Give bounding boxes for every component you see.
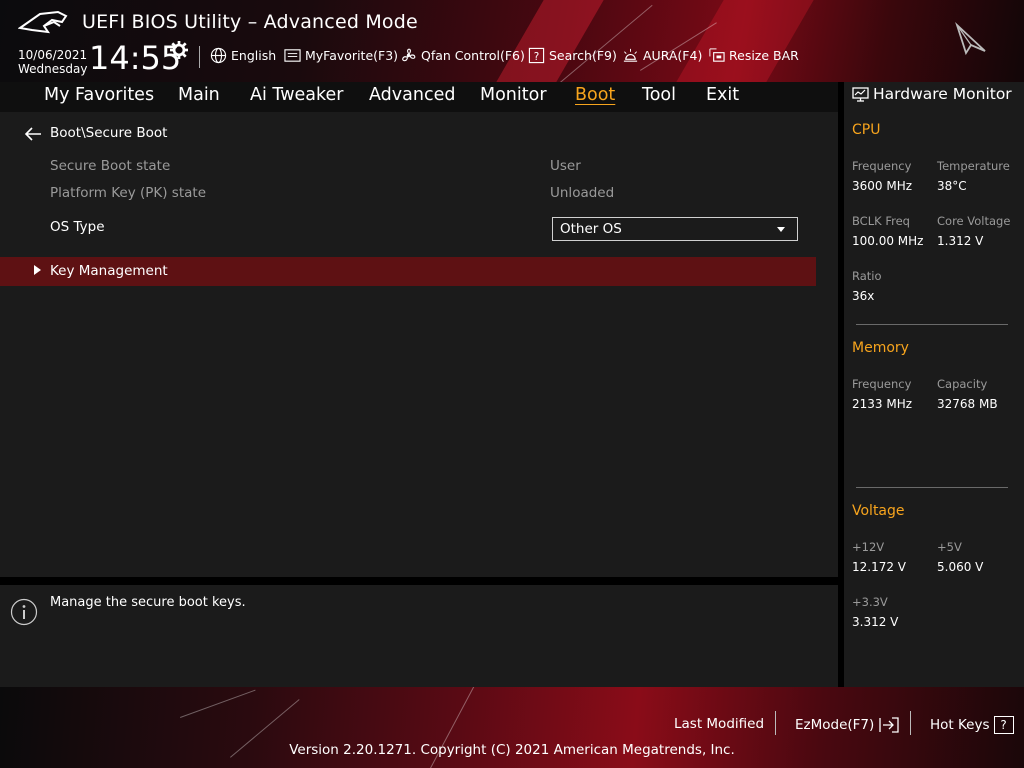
footer-separator	[775, 711, 776, 735]
qfan-control-button[interactable]: Qfan Control(F6)	[400, 47, 525, 64]
key-management-label: Key Management	[50, 263, 168, 279]
breadcrumb: Boot\Secure Boot	[50, 125, 168, 141]
secure-boot-state-value: User	[550, 158, 581, 174]
back-arrow-icon[interactable]	[24, 126, 42, 142]
search-label: Search(F9)	[549, 48, 617, 63]
cpu-frequency-value: 3600 MHz	[852, 179, 913, 193]
qfan-control-label: Qfan Control(F6)	[421, 48, 525, 63]
tab-advanced[interactable]: Advanced	[369, 85, 455, 105]
monitor-icon	[852, 87, 869, 102]
v12-label: +12V	[852, 540, 885, 554]
clock-time[interactable]: 14:55	[89, 40, 181, 76]
section-divider	[856, 324, 1008, 325]
bclk-freq-label: BCLK Freq	[852, 214, 910, 228]
tab-main[interactable]: Main	[178, 85, 220, 105]
cpu-frequency-label: Frequency	[852, 159, 912, 173]
hardware-monitor-panel: Hardware Monitor CPU Frequency Temperatu…	[844, 82, 1024, 687]
tab-ai-tweaker[interactable]: Ai Tweaker	[250, 85, 343, 105]
voltage-section-title: Voltage	[852, 503, 905, 519]
help-panel: Manage the secure boot keys.	[0, 585, 838, 687]
tab-tool[interactable]: Tool	[642, 85, 676, 105]
header-decoration	[496, 0, 604, 82]
rog-logo-icon	[18, 10, 68, 34]
resize-bar-button[interactable]: Resize BAR	[708, 47, 799, 64]
aura-label: AURA(F4)	[643, 48, 703, 63]
memory-frequency-label: Frequency	[852, 377, 912, 391]
date-display[interactable]: 10/06/2021 Wednesday	[18, 48, 87, 76]
gear-icon[interactable]	[170, 41, 188, 59]
memory-capacity-label: Capacity	[937, 377, 988, 391]
footer-separator	[910, 711, 911, 735]
tab-boot[interactable]: Boot	[575, 85, 615, 105]
bclk-freq-value: 100.00 MHz	[852, 234, 924, 248]
weekday-text: Wednesday	[18, 62, 88, 76]
section-divider	[856, 487, 1008, 488]
cpu-temperature-label: Temperature	[937, 159, 1010, 173]
header-bar: UEFI BIOS Utility – Advanced Mode 10/06/…	[0, 0, 1024, 82]
ratio-value: 36x	[852, 289, 875, 303]
last-modified-button[interactable]: Last Modified	[674, 716, 764, 732]
aura-light-icon	[623, 48, 638, 62]
hot-keys-button[interactable]: Hot Keys ?	[930, 716, 1014, 734]
tab-monitor[interactable]: Monitor	[480, 85, 547, 105]
tab-exit[interactable]: Exit	[706, 85, 739, 105]
app-title: UEFI BIOS Utility – Advanced Mode	[82, 11, 418, 33]
footer-decoration	[180, 689, 256, 718]
v12-value: 12.172 V	[852, 560, 907, 574]
resize-bar-label: Resize BAR	[729, 48, 799, 63]
v33-label: +3.3V	[852, 595, 888, 609]
hot-keys-label: Hot Keys	[930, 717, 990, 733]
language-button[interactable]: English	[210, 47, 276, 64]
rog-triangle-logo-icon	[955, 22, 986, 56]
date-text: 10/06/2021	[18, 48, 88, 62]
footer-bar: Last Modified EzMode(F7) Hot Keys ? Vers…	[0, 687, 1024, 768]
core-voltage-value: 1.312 V	[937, 234, 984, 248]
version-copyright: Version 2.20.1271. Copyright (C) 2021 Am…	[289, 742, 735, 758]
language-label: English	[231, 48, 277, 63]
exit-mode-icon	[879, 717, 899, 733]
os-type-select[interactable]: Other OS	[552, 217, 798, 241]
platform-key-state-label: Platform Key (PK) state	[50, 185, 207, 201]
main-tab-bar: My Favorites Main Ai Tweaker Advanced Mo…	[0, 82, 838, 112]
search-button[interactable]: ? Search(F9)	[528, 47, 617, 64]
info-icon	[10, 598, 38, 626]
memory-frequency-value: 2133 MHz	[852, 397, 913, 411]
ezmode-button[interactable]: EzMode(F7)	[795, 716, 900, 734]
last-modified-label: Last Modified	[674, 716, 765, 732]
globe-icon	[210, 47, 227, 64]
ratio-label: Ratio	[852, 269, 882, 283]
v33-value: 3.312 V	[852, 615, 899, 629]
secure-boot-state-label: Secure Boot state	[50, 158, 171, 174]
help-question-icon: ?	[993, 716, 1014, 734]
os-type-value: Other OS	[560, 221, 622, 237]
fan-icon	[402, 48, 416, 62]
key-management-item[interactable]: Key Management	[0, 257, 816, 286]
platform-key-state-value: Unloaded	[550, 185, 615, 201]
myfavorite-button[interactable]: MyFavorite(F3)	[284, 47, 398, 64]
v5-value: 5.060 V	[937, 560, 984, 574]
settings-panel: Boot\Secure Boot Secure Boot state User …	[0, 112, 838, 577]
header-decoration	[676, 0, 814, 82]
cpu-temperature-value: 38°C	[937, 179, 967, 193]
aura-button[interactable]: AURA(F4)	[622, 47, 702, 64]
favorite-list-icon	[284, 49, 301, 62]
myfavorite-label: MyFavorite(F3)	[305, 48, 399, 63]
dropdown-caret-icon	[777, 227, 785, 232]
resize-bar-icon	[709, 48, 725, 62]
cpu-section-title: CPU	[852, 122, 881, 138]
ezmode-label: EzMode(F7)	[795, 717, 875, 733]
memory-capacity-value: 32768 MB	[937, 397, 998, 411]
svg-text:?: ?	[534, 51, 540, 63]
memory-section-title: Memory	[852, 340, 909, 356]
hardware-monitor-title: Hardware Monitor	[873, 85, 1012, 103]
v5-label: +5V	[937, 540, 962, 554]
help-text: Manage the secure boot keys.	[50, 595, 246, 610]
header-separator	[199, 46, 200, 68]
core-voltage-label: Core Voltage	[937, 214, 1011, 228]
tab-my-favorites[interactable]: My Favorites	[44, 85, 154, 105]
chevron-right-icon	[34, 265, 41, 275]
search-help-icon: ?	[528, 47, 545, 64]
os-type-label: OS Type	[50, 219, 105, 235]
